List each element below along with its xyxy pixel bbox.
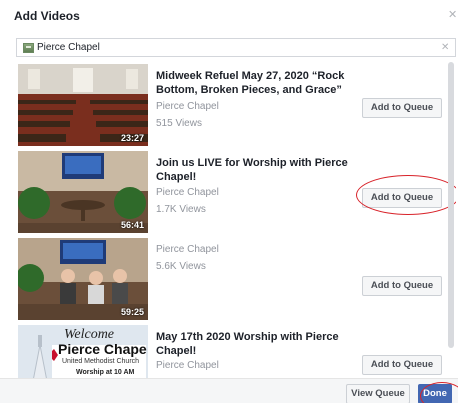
video-page-name[interactable]: Pierce Chapel xyxy=(156,187,219,198)
video-thumbnail[interactable]: Welcome Pierce Chape United Methodist Ch… xyxy=(18,325,148,378)
close-icon[interactable]: ✕ xyxy=(448,10,457,21)
add-to-queue-button[interactable]: Add to Queue xyxy=(362,276,442,296)
video-list: 23:27 Midweek Refuel May 27, 2020 “Rock … xyxy=(16,60,456,378)
dialog-title: Add Videos xyxy=(14,9,80,23)
thumb-church-text: Pierce Chape xyxy=(58,341,147,357)
add-to-queue-button[interactable]: Add to Queue xyxy=(362,188,442,208)
add-videos-dialog: Add Videos ✕ Pierce Chapel ✕ 23:27 Midwe… xyxy=(0,0,458,403)
video-views: 515 Views xyxy=(156,118,202,129)
add-to-queue-button[interactable]: Add to Queue xyxy=(362,98,442,118)
video-title[interactable]: Join us LIVE for Worship with Pierce Cha… xyxy=(156,156,356,184)
view-queue-button[interactable]: View Queue xyxy=(346,384,410,403)
video-item: Welcome Pierce Chape United Methodist Ch… xyxy=(16,325,456,378)
search-field[interactable]: Pierce Chapel ✕ xyxy=(16,38,456,57)
video-duration: 23:27 xyxy=(120,133,144,143)
page-icon xyxy=(23,43,34,53)
video-page-name[interactable]: Pierce Chapel xyxy=(156,244,219,255)
video-item: 56:41 Join us LIVE for Worship with Pier… xyxy=(16,151,456,237)
video-views: 5.6K Views xyxy=(156,261,206,272)
video-item: 59:25 Pierce Chapel 5.6K Views Add to Qu… xyxy=(16,238,456,324)
search-input-value[interactable]: Pierce Chapel xyxy=(37,42,100,53)
video-thumbnail[interactable]: 59:25 xyxy=(18,238,148,320)
video-title[interactable]: May 17th 2020 Worship with Pierce Chapel… xyxy=(156,330,356,358)
video-thumbnail[interactable]: 56:41 xyxy=(18,151,148,233)
thumb-time-text: Worship at 10 AM xyxy=(76,369,135,376)
scrollbar[interactable] xyxy=(448,62,454,348)
red-circle-annotation xyxy=(420,382,458,403)
video-item: 23:27 Midweek Refuel May 27, 2020 “Rock … xyxy=(16,64,456,150)
thumb-subtitle-text: United Methodist Church xyxy=(62,358,140,365)
video-duration: 59:25 xyxy=(120,307,144,317)
video-duration: 56:41 xyxy=(120,220,144,230)
add-to-queue-button[interactable]: Add to Queue xyxy=(362,355,442,375)
clear-icon[interactable]: ✕ xyxy=(441,42,449,53)
video-page-name[interactable]: Pierce Chapel xyxy=(156,360,219,371)
video-title[interactable]: Midweek Refuel May 27, 2020 “Rock Bottom… xyxy=(156,69,356,97)
video-views: 1.7K Views xyxy=(156,204,206,215)
video-page-name[interactable]: Pierce Chapel xyxy=(156,101,219,112)
video-thumbnail[interactable]: 23:27 xyxy=(18,64,148,146)
